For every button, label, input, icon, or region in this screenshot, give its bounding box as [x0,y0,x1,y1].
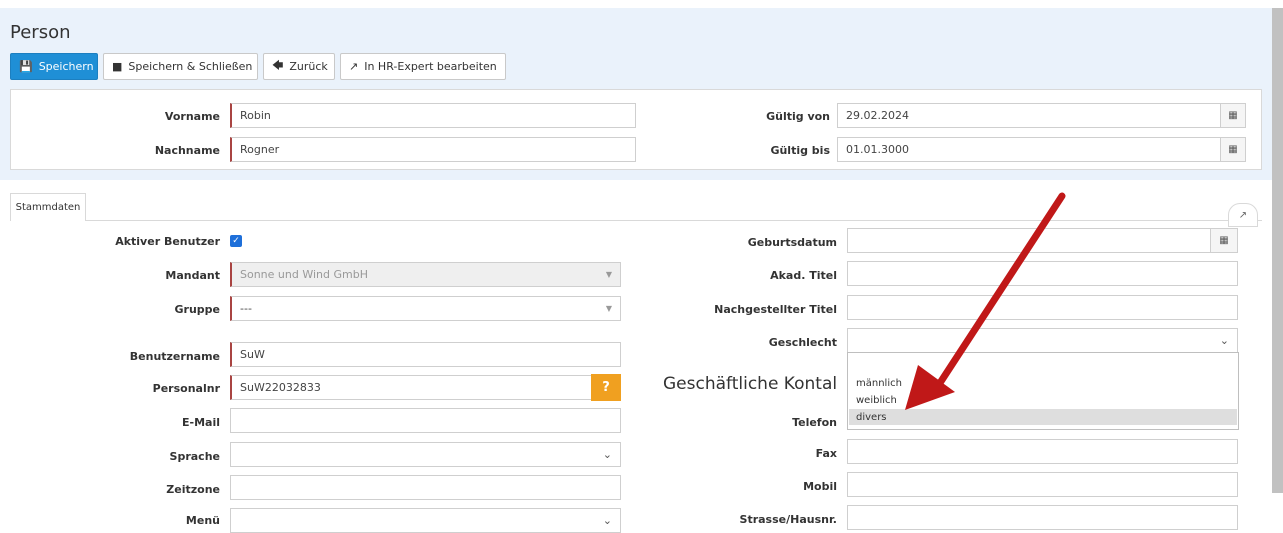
vertical-scrollbar[interactable] [1272,8,1283,493]
annotation-arrow [905,192,1066,410]
